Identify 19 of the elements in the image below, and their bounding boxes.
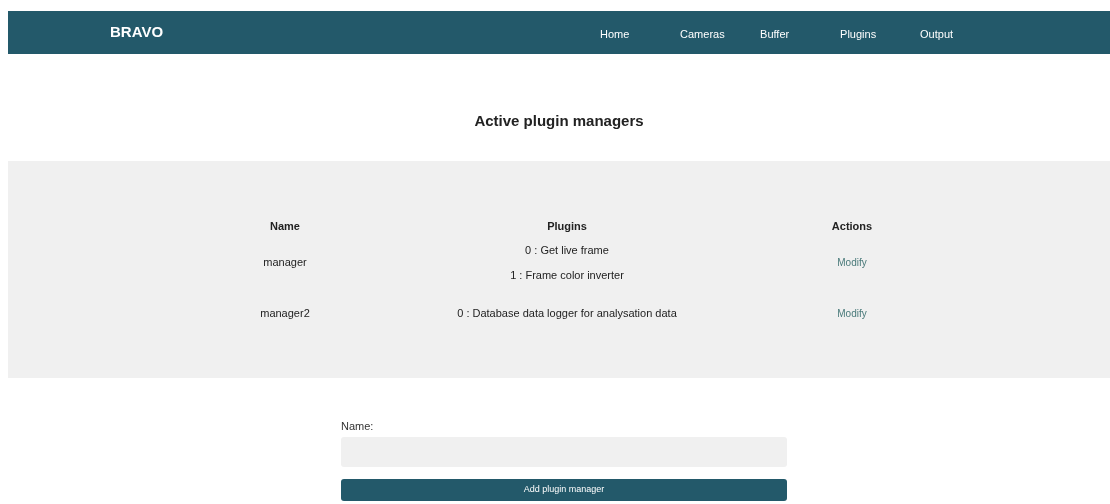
- modify-link[interactable]: Modify: [837, 305, 867, 321]
- table-cell-text: 0 : Get live frame: [525, 243, 609, 258]
- nav-link[interactable]: Cameras: [680, 27, 725, 40]
- add-plugin-manager-button[interactable]: Add plugin manager: [341, 479, 787, 501]
- column-header: Name: [269, 218, 301, 234]
- modify-link[interactable]: Modify: [837, 255, 867, 270]
- nav-link[interactable]: Plugins: [840, 27, 877, 40]
- column-header: Plugins: [546, 218, 588, 234]
- page-heading: Active plugin managers: [473, 111, 645, 131]
- field-label: Name:: [341, 418, 375, 434]
- nav-link[interactable]: Buffer: [760, 27, 790, 40]
- table-cell-text: 0 : Database data logger for analysation data: [457, 306, 677, 321]
- nav-link[interactable]: Output: [920, 27, 954, 40]
- nav-link[interactable]: Home: [600, 27, 630, 40]
- column-header: Actions: [830, 218, 874, 234]
- table-cell-text: manager: [263, 255, 307, 271]
- table-cell-text: manager2: [260, 306, 310, 321]
- brand-logo: BRAVO: [110, 22, 164, 43]
- table-cell-text: 1 : Frame color inverter: [510, 267, 624, 283]
